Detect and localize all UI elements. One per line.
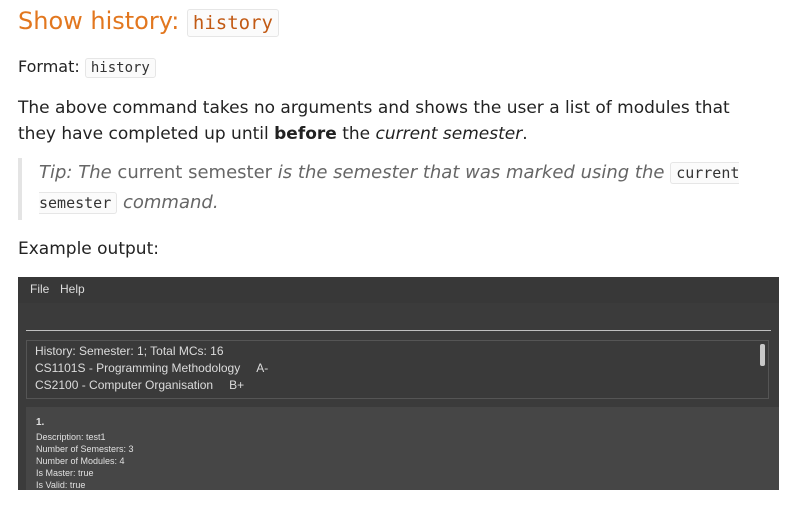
module-grade: B+ [229,378,245,392]
result-module-row: CS1101S - Programming Methodology A- [35,360,768,377]
description-text-3: . [522,124,528,144]
example-label: Example output: [18,239,159,259]
description-bold: before [274,124,337,144]
menu-bar: File Help [18,277,779,303]
card-line: Is Master: true [36,468,94,478]
tip-text-2: is the semester that was marked using th… [272,162,671,183]
description-italic: current semester [375,124,523,144]
section-heading: Show history: history [18,5,279,39]
result-module-row: CS2100 - Computer Organisation B+ [35,377,768,394]
heading-text: Show history: [18,7,187,35]
menu-help[interactable]: Help [60,282,85,296]
card-index: 1. [36,417,45,428]
card-line: Is Valid: true [36,480,86,490]
tip-text: Tip: The [39,162,118,183]
card-line: Number of Semesters: 3 [36,444,134,454]
app-screenshot: File Help History: Semester: 1; Total MC… [18,277,779,490]
format-label: Format: [18,57,85,76]
module-name: CS1101S - Programming Methodology [35,361,241,375]
module-grade: A- [256,361,269,375]
format-line: Format: history [18,55,156,80]
result-display: History: Semester: 1; Total MCs: 16 CS11… [26,340,769,399]
plan-list-card[interactable]: 1. Description: test1 Number of Semester… [26,407,779,490]
module-name: CS2100 - Computer Organisation [35,378,214,392]
card-line: Description: test1 [36,432,106,442]
tip-text-3: command. [117,192,219,213]
tip-blockquote: Tip: The current semester is the semeste… [18,158,749,220]
command-description: The above command takes no arguments and… [18,95,758,147]
description-text-2: the [336,124,376,144]
card-line: Number of Modules: 4 [36,456,125,466]
format-code: history [84,58,156,78]
command-box[interactable] [26,306,771,331]
result-scrollbar[interactable] [760,344,765,366]
heading-code: history [186,9,279,37]
tip-normal: current semester [117,162,273,183]
menu-file[interactable]: File [30,282,49,296]
result-header: History: Semester: 1; Total MCs: 16 [35,344,224,358]
